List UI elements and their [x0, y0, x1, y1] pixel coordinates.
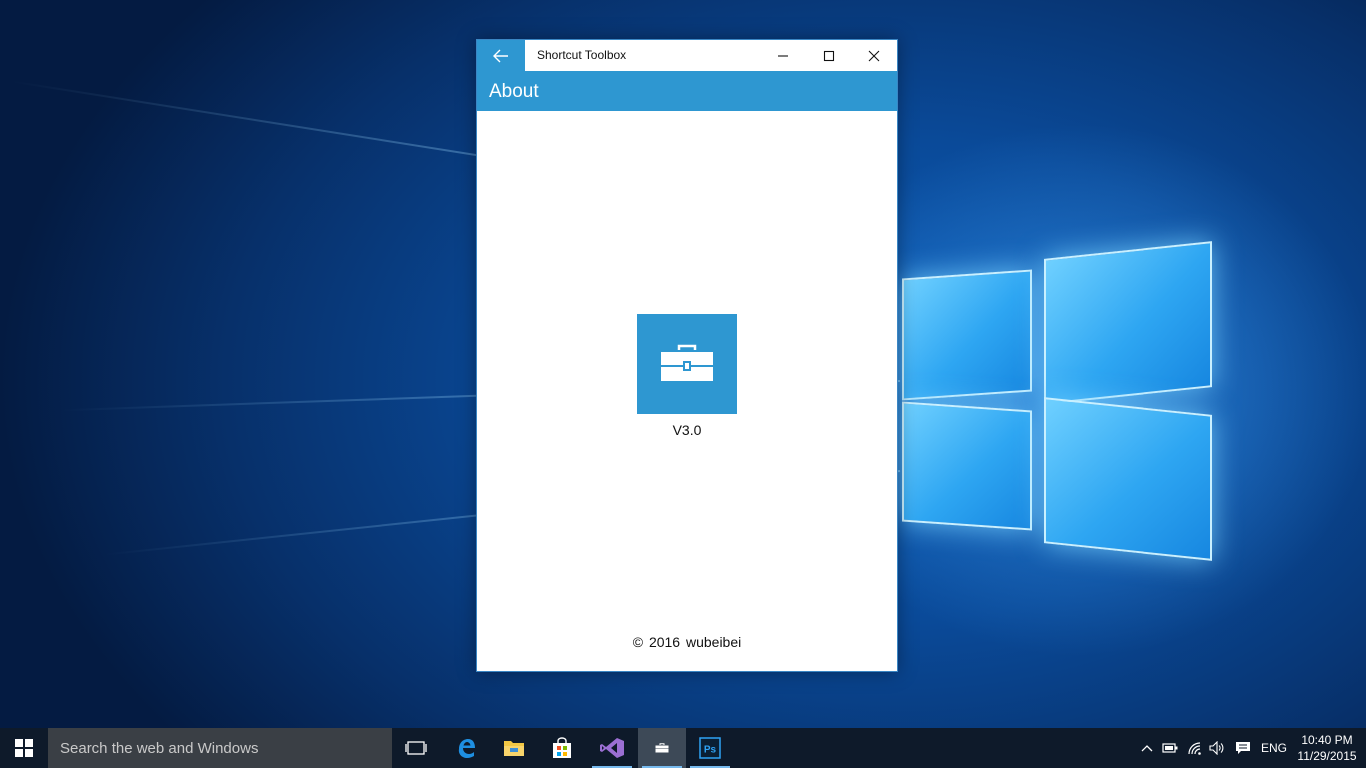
network-button[interactable] [1187, 740, 1203, 756]
photoshop-icon: Ps [699, 737, 721, 759]
page-title: About [489, 81, 539, 102]
clock-time: 10:40 PM [1301, 733, 1353, 747]
app-logo-tile [637, 314, 737, 414]
battery-icon [1162, 743, 1178, 753]
visual-studio-icon [600, 738, 624, 758]
windows-logo-pane [1044, 397, 1212, 561]
windows-logo-pane [1044, 241, 1212, 405]
store-button[interactable] [538, 728, 586, 768]
back-arrow-icon [493, 49, 508, 62]
shortcut-toolbox-icon [655, 743, 669, 753]
version-label: V3.0 [672, 422, 702, 438]
file-explorer-icon [504, 741, 524, 756]
task-view-icon [405, 741, 427, 755]
windows-start-icon [15, 739, 33, 757]
maximize-icon [823, 50, 835, 61]
maximize-button[interactable] [806, 40, 852, 71]
search-placeholder: Search the web and Windows [60, 739, 259, 757]
search-box[interactable]: Search the web and Windows [48, 728, 392, 768]
store-icon [553, 737, 571, 758]
close-icon [868, 50, 880, 61]
shortcut-toolbox-button[interactable] [638, 728, 686, 768]
clock-date: 11/29/2015 [1297, 749, 1357, 763]
action-center-button[interactable] [1235, 740, 1251, 756]
edge-button[interactable] [442, 728, 490, 768]
volume-button[interactable] [1209, 740, 1225, 756]
edge-icon [458, 739, 475, 758]
wifi-icon [1188, 742, 1201, 755]
windows-logo-pane [902, 401, 1032, 531]
photoshop-button[interactable]: Ps [686, 728, 734, 768]
page-header: About [477, 71, 897, 111]
title-bar[interactable]: Shortcut Toolbox [477, 40, 897, 71]
svg-text:Ps: Ps [704, 745, 717, 756]
volume-icon [1209, 741, 1224, 755]
toolbox-icon [661, 344, 713, 381]
show-hidden-icons-button[interactable] [1139, 740, 1155, 756]
back-button[interactable] [477, 40, 525, 71]
minimize-icon [778, 54, 788, 57]
visual-studio-button[interactable] [588, 728, 636, 768]
close-button[interactable] [851, 40, 897, 71]
start-button[interactable] [0, 728, 48, 768]
copyright-text: © 2016 wubeibei [632, 634, 742, 650]
clock[interactable]: 10:40 PM 11/29/2015 [1294, 732, 1360, 764]
battery-button[interactable] [1162, 740, 1178, 756]
window-title: Shortcut Toolbox [537, 48, 627, 62]
chevron-up-icon [1141, 745, 1153, 752]
action-center-icon [1236, 742, 1250, 754]
app-window: Shortcut Toolbox About V3.0 © 2016 wubei… [476, 39, 898, 672]
taskbar: Search the web and Windows Ps ENG 10:40 … [0, 728, 1366, 768]
windows-logo-pane [902, 269, 1032, 401]
file-explorer-button[interactable] [490, 728, 538, 768]
minimize-button[interactable] [760, 40, 806, 71]
task-view-button[interactable] [392, 728, 440, 768]
language-indicator[interactable]: ENG [1261, 741, 1287, 755]
